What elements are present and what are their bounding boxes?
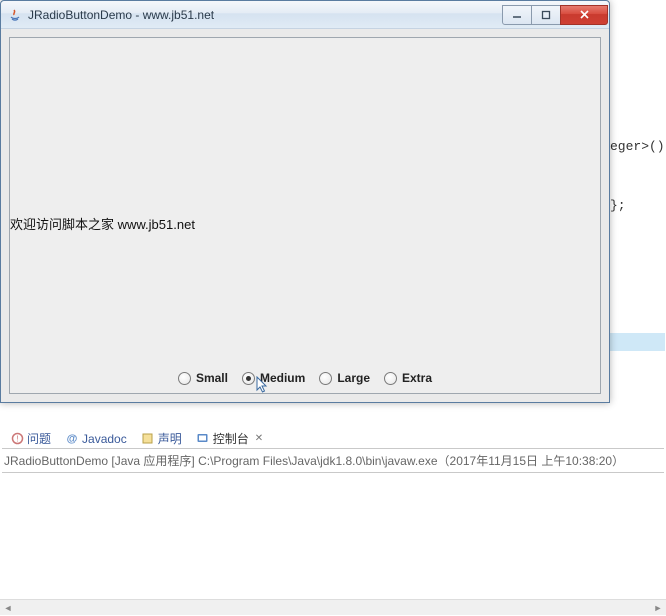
close-icon[interactable]: ✕ <box>255 433 263 444</box>
scroll-right-icon[interactable]: ► <box>650 600 666 616</box>
declaration-icon <box>141 432 155 446</box>
radio-extra[interactable]: Extra <box>380 369 436 387</box>
problems-icon: ! <box>10 432 24 446</box>
radio-icon <box>319 372 332 385</box>
ide-view-tabs: ! 问题 @ Javadoc 声明 控制台 ✕ <box>4 428 269 449</box>
tab-console[interactable]: 控制台 ✕ <box>190 428 269 449</box>
code-highlight <box>607 333 665 351</box>
app-window: JRadioButtonDemo - www.jb51.net 欢迎访问脚本之家… <box>0 0 610 403</box>
radio-label: Extra <box>402 371 432 385</box>
display-text: 欢迎访问脚本之家 www.jb51.net <box>10 214 195 233</box>
maximize-button[interactable] <box>531 5 561 25</box>
minimize-button[interactable] <box>502 5 532 25</box>
radio-small[interactable]: Small <box>174 369 232 387</box>
horizontal-scrollbar[interactable]: ◄ ► <box>0 599 666 615</box>
radio-group: Small Medium Large Extra <box>10 369 600 387</box>
app-content-panel: 欢迎访问脚本之家 www.jb51.net Small Medium Large… <box>9 37 601 394</box>
scroll-left-icon[interactable]: ◄ <box>0 600 16 616</box>
radio-label: Large <box>337 371 370 385</box>
javadoc-icon: @ <box>65 432 79 446</box>
tab-label: 问题 <box>27 430 51 447</box>
radio-label: Medium <box>260 371 305 385</box>
tab-label: 控制台 <box>213 430 249 447</box>
radio-medium[interactable]: Medium <box>238 369 309 387</box>
radio-icon <box>242 372 255 385</box>
console-icon <box>196 432 210 446</box>
tab-declaration[interactable]: 声明 <box>135 428 188 449</box>
radio-label: Small <box>196 371 228 385</box>
code-fragment: eger>(); <box>610 139 666 154</box>
java-icon <box>7 7 23 23</box>
code-fragment: }; <box>610 198 626 213</box>
svg-text:!: ! <box>16 435 18 444</box>
titlebar[interactable]: JRadioButtonDemo - www.jb51.net <box>1 1 609 29</box>
tab-label: Javadoc <box>82 432 127 446</box>
close-button[interactable] <box>560 5 608 25</box>
radio-icon <box>384 372 397 385</box>
window-title: JRadioButtonDemo - www.jb51.net <box>28 8 503 22</box>
tab-label: 声明 <box>158 430 182 447</box>
tab-problems[interactable]: ! 问题 <box>4 428 57 449</box>
radio-large[interactable]: Large <box>315 369 374 387</box>
radio-icon <box>178 372 191 385</box>
console-process-line: JRadioButtonDemo [Java 应用程序] C:\Program … <box>2 448 664 473</box>
window-controls <box>503 5 608 25</box>
tab-javadoc[interactable]: @ Javadoc <box>59 430 133 448</box>
